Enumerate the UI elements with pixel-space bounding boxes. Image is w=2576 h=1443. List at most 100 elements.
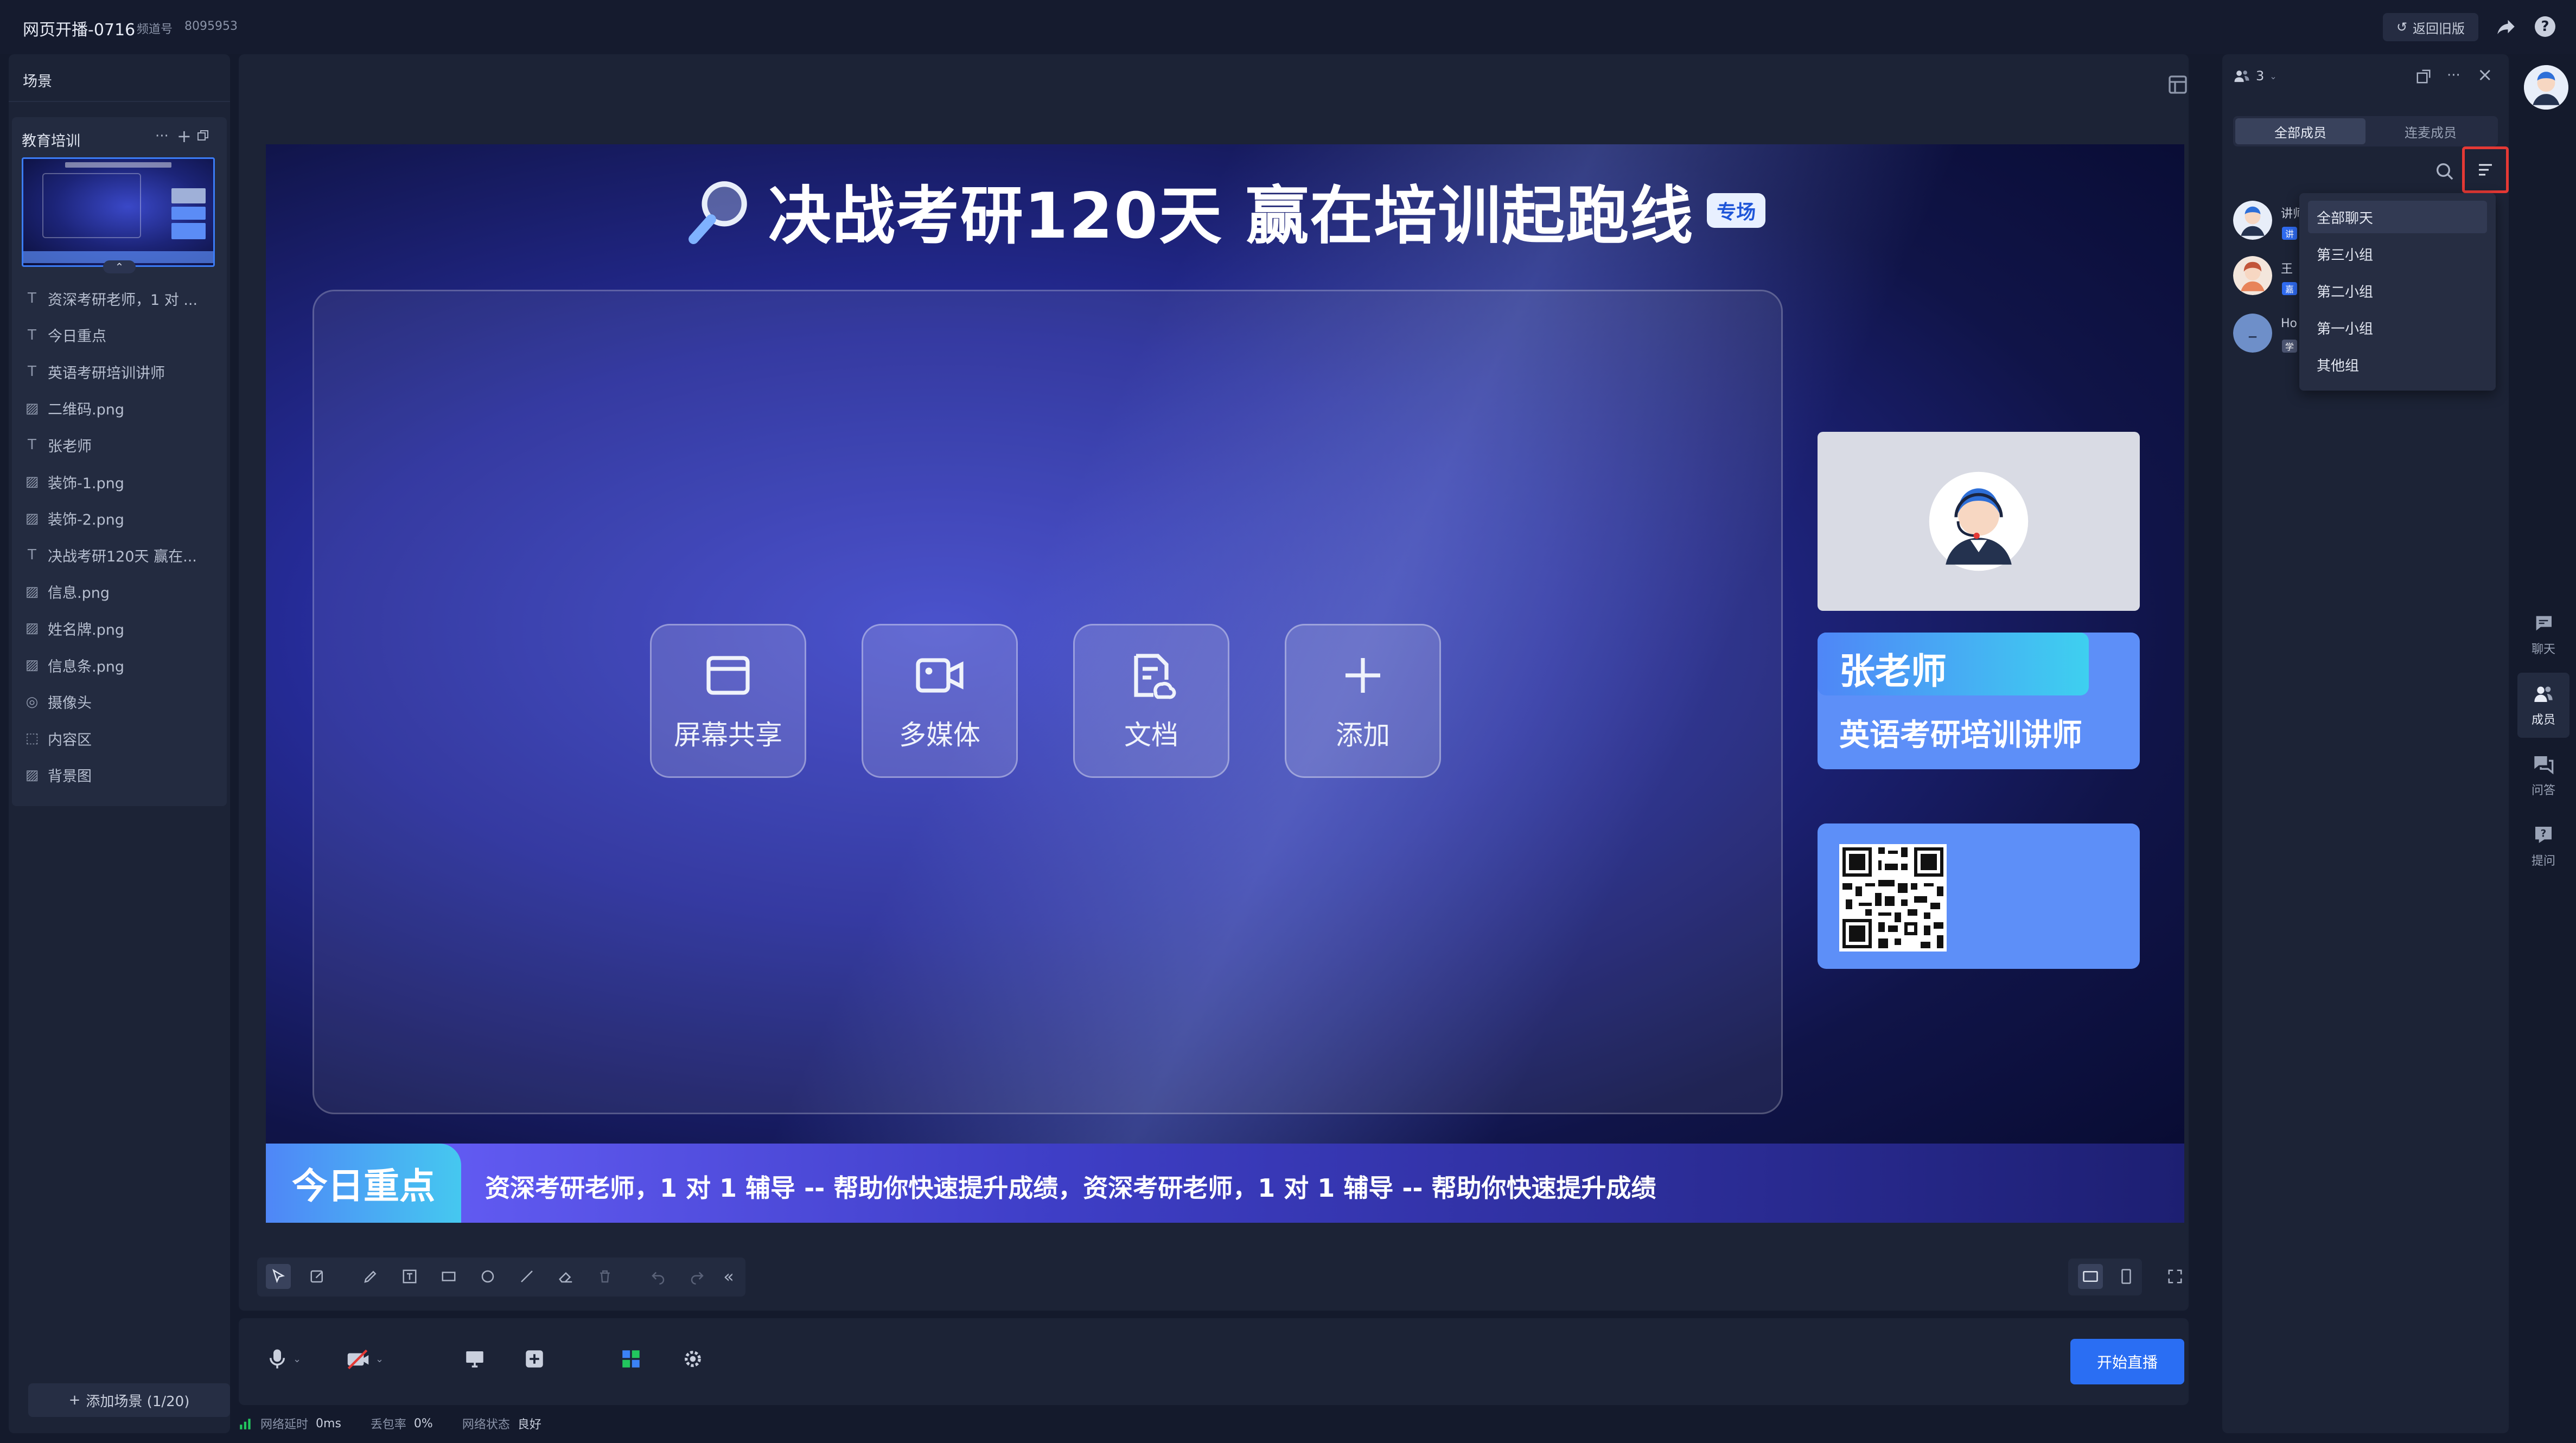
loss-label: 丢包率 (370, 1418, 406, 1432)
filter-button[interactable] (2462, 146, 2509, 193)
ticker-text: 资深考研老师，1 对 1 辅导 -- 帮助你快速提升成绩，资深考研老师，1 对 … (485, 1173, 1656, 1203)
layout-icon[interactable] (2167, 74, 2189, 95)
start-live-button[interactable]: 开始直播 (2070, 1339, 2184, 1384)
camera-off-icon (347, 1349, 369, 1370)
image-icon: ▨ (25, 767, 39, 783)
latency-label: 网络延时 (260, 1418, 309, 1432)
add-source-icon[interactable] (523, 1348, 546, 1372)
filter-option-other[interactable]: 其他组 (2308, 348, 2487, 381)
app-title: 网页开播-0716 (23, 21, 136, 40)
layer-label: 英语考研培训讲师 (48, 365, 165, 382)
layer-item[interactable]: T 决战考研120天 赢在... (25, 544, 197, 566)
camera-button[interactable]: ⌄ (345, 1348, 384, 1370)
layer-item[interactable]: ▨ 背景图 (25, 764, 92, 786)
layer-item[interactable]: ◎ 摄像头 (25, 691, 92, 713)
member-name: Ho (2281, 317, 2298, 330)
search-icon[interactable] (2434, 161, 2456, 182)
rectangle-tool-icon[interactable] (436, 1264, 461, 1289)
text-icon: T (28, 437, 36, 454)
layer-item[interactable]: T 张老师 (25, 434, 92, 456)
document-icon (1134, 654, 1176, 699)
camera-preview[interactable] (1818, 432, 2140, 611)
undo-icon[interactable] (646, 1264, 671, 1289)
close-icon[interactable]: × (2477, 64, 2493, 86)
filter-option-group-2[interactable]: 第二小组 (2308, 274, 2487, 307)
media-button-label: 多媒体 (899, 719, 980, 751)
chevron-down-icon: ⌄ (293, 1353, 302, 1365)
multimedia-button[interactable]: 多媒体 (862, 624, 1018, 778)
delete-tool-icon[interactable] (592, 1264, 617, 1289)
rail-label: 成员 (2531, 713, 2555, 727)
share-icon[interactable] (2495, 15, 2517, 38)
member-avatar[interactable] (2233, 256, 2282, 305)
layer-item[interactable]: T 资深考研老师，1 对 ... (25, 288, 197, 309)
eraser-tool-icon[interactable] (553, 1264, 578, 1289)
redo-icon[interactable] (685, 1264, 710, 1289)
scene-thumbnail[interactable] (22, 157, 215, 267)
edit-tool-icon[interactable] (305, 1264, 330, 1289)
collapse-handle[interactable]: ⌃ (103, 260, 136, 273)
layer-item[interactable]: ▨ 信息条.png (25, 654, 124, 676)
add-scene-button[interactable]: + 添加场景 (1/20) (28, 1383, 230, 1417)
rail-label: 提问 (2531, 854, 2555, 868)
drawing-toolbar (257, 1257, 745, 1297)
rail-label: 聊天 (2531, 643, 2555, 656)
document-button[interactable]: 文档 (1073, 624, 1229, 778)
rail-qa[interactable]: 问答 (2517, 743, 2569, 808)
layer-item[interactable]: ▨ 装饰-2.png (25, 508, 124, 529)
layer-item[interactable]: T 今日重点 (25, 324, 106, 346)
settings-icon[interactable] (681, 1348, 704, 1372)
chevron-down-icon: ⌄ (375, 1353, 384, 1365)
text-tool-icon[interactable] (397, 1264, 422, 1289)
rail-members[interactable]: 成员 (2517, 673, 2569, 738)
latency-value: 0ms (316, 1416, 341, 1431)
more-icon[interactable]: ··· (155, 128, 169, 144)
filter-option-group-3[interactable]: 第三小组 (2308, 238, 2487, 270)
layer-item[interactable]: ▨ 二维码.png (25, 398, 124, 419)
loss-value: 0% (413, 1416, 433, 1431)
tab-linked-members[interactable]: 连麦成员 (2365, 118, 2496, 144)
user-avatar[interactable] (2524, 65, 2568, 110)
circle-tool-icon[interactable] (475, 1264, 500, 1289)
filter-option-group-1[interactable]: 第一小组 (2308, 311, 2487, 344)
duplicate-icon[interactable] (196, 129, 209, 142)
pen-tool-icon[interactable] (358, 1264, 383, 1289)
screen-present-icon[interactable] (463, 1348, 486, 1372)
portrait-view-icon[interactable] (2114, 1264, 2139, 1289)
teacher-role: 英语考研培训讲师 (1839, 718, 2082, 753)
collapse-toolbar-icon[interactable]: « (716, 1264, 741, 1289)
tab-all-members[interactable]: 全部成员 (2235, 118, 2365, 144)
add-media-button[interactable]: 添加 (1285, 624, 1441, 778)
popout-icon[interactable] (2415, 68, 2432, 85)
more-icon[interactable]: ··· (2447, 67, 2460, 84)
microphone-icon (270, 1349, 285, 1369)
layer-item[interactable]: ▨ 装饰-1.png (25, 471, 124, 493)
member-avatar[interactable] (2233, 314, 2282, 362)
add-icon[interactable]: + (177, 126, 192, 146)
help-icon[interactable]: ? (2535, 16, 2555, 37)
live-canvas[interactable]: 决战考研120天 赢在培训起跑线 专场 屏幕共享 多媒体 文档 添加 张老师 英… (266, 144, 2184, 1223)
layer-item[interactable]: ▨ 姓名牌.png (25, 617, 124, 639)
fullscreen-icon[interactable] (2163, 1264, 2188, 1289)
layer-item[interactable]: T 英语考研培训讲师 (25, 361, 165, 382)
filter-option-all-chat[interactable]: 全部聊天 (2308, 201, 2487, 233)
scene-panel-title: 场景 (23, 73, 52, 90)
landscape-view-icon[interactable] (2078, 1264, 2103, 1289)
layer-item[interactable]: ▨ 信息.png (25, 581, 110, 603)
screen-share-button[interactable]: 屏幕共享 (650, 624, 806, 778)
plus-icon: + (68, 1392, 81, 1408)
layer-label: 信息.png (48, 585, 110, 602)
member-avatar[interactable] (2233, 201, 2282, 250)
rail-chat[interactable]: 聊天 (2517, 602, 2569, 667)
back-to-old-version-button[interactable]: ↺ 返回旧版 (2383, 13, 2478, 41)
select-tool-icon[interactable] (266, 1264, 291, 1289)
microphone-button[interactable]: ⌄ (266, 1348, 301, 1370)
line-tool-icon[interactable] (514, 1264, 539, 1289)
scene-group-name: 教育培训 (22, 133, 80, 150)
media-button-label: 文档 (1124, 719, 1178, 751)
apps-icon[interactable] (620, 1348, 642, 1372)
teacher-avatar-icon (1929, 471, 2029, 571)
rail-question[interactable]: ? 提问 (2517, 814, 2569, 879)
members-icon (2234, 71, 2249, 82)
layer-item[interactable]: ⬚ 内容区 (25, 727, 92, 749)
